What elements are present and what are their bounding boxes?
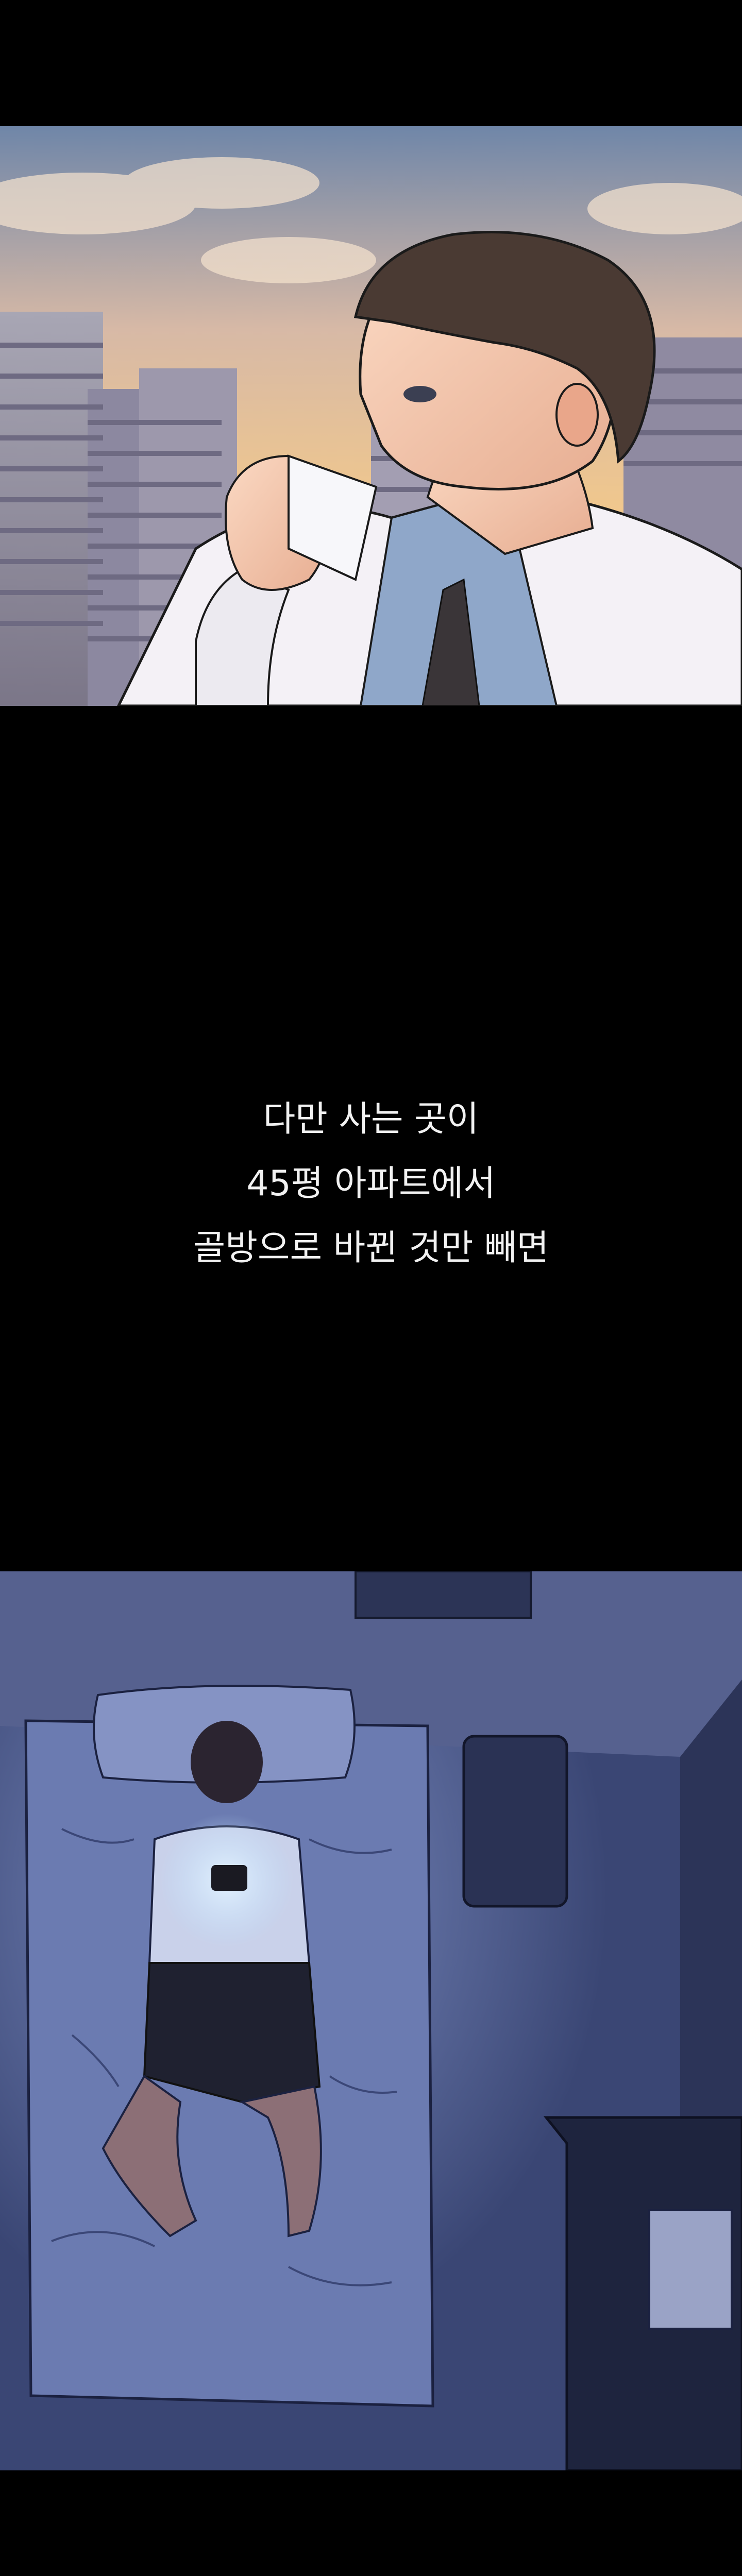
shorts — [143, 1962, 321, 2104]
eye — [403, 386, 436, 402]
person-head — [191, 1721, 263, 1803]
phone — [211, 1865, 247, 1891]
suitcase — [462, 1735, 568, 1908]
office-scene-illustration — [0, 126, 742, 706]
caption-line-3: 골방으로 바뀐 것만 빼면 — [193, 1228, 549, 1268]
laptop — [648, 2209, 733, 2330]
caption-line-1: 다만 사는 곳이 — [263, 1099, 479, 1140]
small-room-illustration — [0, 1571, 742, 2470]
ear — [555, 383, 599, 447]
comic-panel-small-room — [0, 1571, 742, 2470]
caption-line-2: 45평 아파트에서 — [246, 1163, 496, 1204]
narration-caption: 다만 사는 곳이 45평 아파트에서 골방으로 바뀐 것만 빼면 — [0, 1087, 742, 1280]
comic-panel-office-break — [0, 126, 742, 706]
window — [355, 1571, 532, 1619]
